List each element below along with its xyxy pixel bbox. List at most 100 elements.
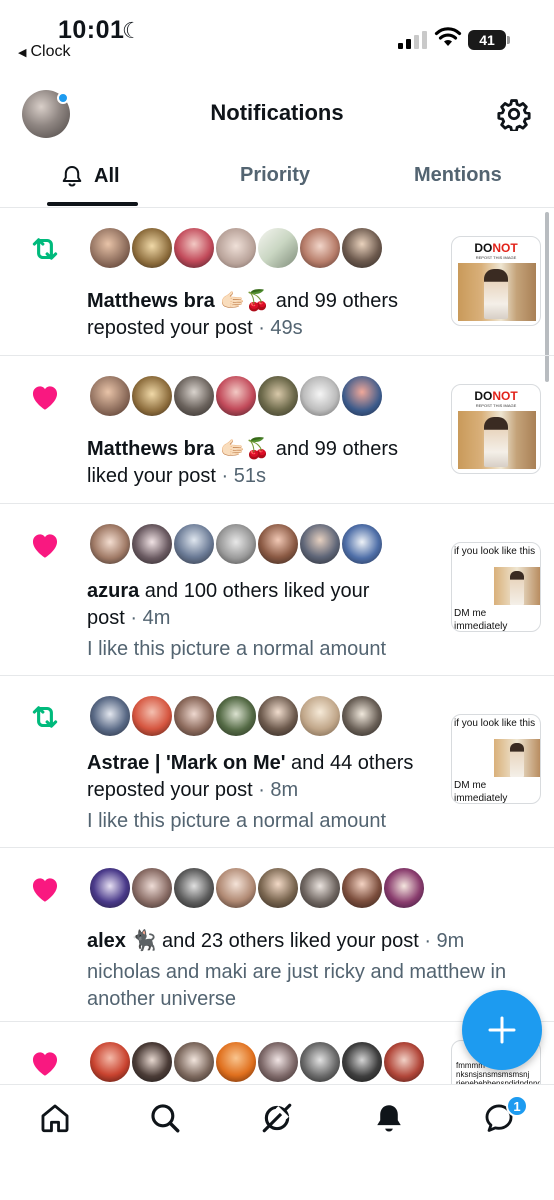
- post-preview-text: I like this picture a normal amount: [87, 810, 387, 832]
- avatar[interactable]: [172, 374, 216, 418]
- avatar[interactable]: [214, 866, 258, 910]
- avatar[interactable]: [298, 226, 342, 270]
- actor-name[interactable]: Matthews bra 🫱🏻🍒: [87, 438, 270, 460]
- avatar[interactable]: [130, 694, 174, 738]
- thumbnail-meme: if you look like this DM me immediately: [452, 715, 540, 803]
- actor-avatars: [88, 226, 384, 270]
- heart-icon: [32, 1052, 58, 1076]
- avatar[interactable]: [298, 522, 342, 566]
- actor-name[interactable]: azura: [87, 580, 139, 602]
- avatar[interactable]: [88, 522, 132, 566]
- notifications-bell-icon[interactable]: [372, 1101, 406, 1135]
- avatar[interactable]: [172, 522, 216, 566]
- avatar[interactable]: [382, 866, 426, 910]
- avatar[interactable]: [256, 866, 300, 910]
- avatar[interactable]: [340, 226, 384, 270]
- status-bar: 10:01 ☾ ◀ Clock 41: [0, 0, 554, 70]
- avatar[interactable]: [130, 374, 174, 418]
- avatar[interactable]: [340, 1040, 384, 1084]
- avatar[interactable]: [256, 522, 300, 566]
- avatar[interactable]: [130, 522, 174, 566]
- notification-item[interactable]: azura and 100 others liked your post · 4…: [0, 504, 554, 676]
- notification-text: Astrae | 'Mark on Me' and 44 others repo…: [87, 750, 437, 835]
- avatar[interactable]: [340, 374, 384, 418]
- avatar[interactable]: [130, 866, 174, 910]
- thumbnail-subtitle: REPOST THIS IMAGE: [475, 255, 517, 260]
- avatar[interactable]: [130, 226, 174, 270]
- tab-all[interactable]: All: [60, 164, 120, 188]
- wifi-icon: [434, 27, 462, 46]
- avatar[interactable]: [172, 866, 216, 910]
- thumbnail-subtitle: REPOST THIS IMAGE: [475, 403, 517, 408]
- avatar[interactable]: [88, 866, 132, 910]
- avatar[interactable]: [214, 374, 258, 418]
- avatar[interactable]: [340, 866, 384, 910]
- avatar[interactable]: [256, 1040, 300, 1084]
- avatar[interactable]: [172, 226, 216, 270]
- notification-item[interactable]: alex 🐈‍⬛ and 23 others liked your post ·…: [0, 848, 554, 1022]
- others-count: and 44 others: [285, 752, 414, 774]
- avatar[interactable]: [88, 226, 132, 270]
- avatar[interactable]: [256, 226, 300, 270]
- actor-avatars: [88, 694, 384, 738]
- avatar[interactable]: [256, 374, 300, 418]
- avatar[interactable]: [382, 1040, 426, 1084]
- search-icon[interactable]: [148, 1101, 182, 1135]
- avatar[interactable]: [340, 694, 384, 738]
- timestamp: · 8m: [258, 779, 299, 801]
- others-count: and 99 others: [270, 438, 399, 460]
- avatar[interactable]: [298, 866, 342, 910]
- action-text: liked your post: [87, 465, 216, 487]
- post-preview-text: I like this picture a normal amount: [87, 638, 387, 660]
- notification-text: Matthews bra 🫱🏻🍒 and 99 others reposted …: [87, 288, 437, 342]
- notification-text: Matthews bra 🫱🏻🍒 and 99 others liked you…: [87, 436, 437, 490]
- active-tab-indicator: [47, 202, 138, 206]
- post-thumbnail[interactable]: if you look like this DM me immediately: [451, 542, 541, 632]
- post-thumbnail[interactable]: if you look like this DM me immediately: [451, 714, 541, 804]
- bottom-nav: 1: [0, 1084, 554, 1200]
- avatar[interactable]: [214, 694, 258, 738]
- back-to-app-link[interactable]: ◀ Clock: [18, 43, 70, 61]
- tab-priority[interactable]: Priority: [240, 164, 310, 187]
- battery-icon: 41: [468, 30, 506, 50]
- actor-name[interactable]: alex 🐈‍⬛: [87, 930, 156, 952]
- thumbnail-title: DONOT: [474, 241, 518, 255]
- thumbnail-meme: if you look like this DM me immediately: [452, 543, 540, 631]
- actor-name[interactable]: Matthews bra 🫱🏻🍒: [87, 290, 270, 312]
- avatar[interactable]: [298, 694, 342, 738]
- post-thumbnail[interactable]: DONOT REPOST THIS IMAGE: [451, 236, 541, 326]
- grok-icon[interactable]: [260, 1101, 294, 1135]
- compose-button[interactable]: [462, 990, 542, 1070]
- avatar[interactable]: [256, 694, 300, 738]
- gear-icon[interactable]: [497, 97, 531, 131]
- avatar[interactable]: [214, 1040, 258, 1084]
- notification-item[interactable]: Matthews bra 🫱🏻🍒 and 99 others reposted …: [0, 208, 554, 356]
- others-count: and 100 others liked your: [139, 580, 370, 602]
- actor-name[interactable]: Astrae | 'Mark on Me': [87, 752, 286, 774]
- avatar[interactable]: [172, 694, 216, 738]
- avatar[interactable]: [340, 522, 384, 566]
- timestamp: · 4m: [130, 607, 171, 629]
- bell-icon: [62, 166, 82, 187]
- notification-text: azura and 100 others liked your post · 4…: [87, 578, 437, 663]
- notifications-feed: Matthews bra 🫱🏻🍒 and 99 others reposted …: [0, 208, 554, 1084]
- avatar[interactable]: [88, 374, 132, 418]
- avatar[interactable]: [214, 522, 258, 566]
- thumbnail-title: DONOT: [474, 389, 518, 403]
- page-title: Notifications: [210, 100, 344, 125]
- repost-icon: [32, 706, 58, 728]
- avatar[interactable]: [298, 1040, 342, 1084]
- action-text: reposted your post: [87, 779, 253, 801]
- avatar[interactable]: [88, 1040, 132, 1084]
- avatar[interactable]: [298, 374, 342, 418]
- tab-mentions[interactable]: Mentions: [414, 164, 502, 187]
- avatar[interactable]: [88, 694, 132, 738]
- post-thumbnail[interactable]: DONOT REPOST THIS IMAGE: [451, 384, 541, 474]
- notification-item[interactable]: Astrae | 'Mark on Me' and 44 others repo…: [0, 676, 554, 848]
- avatar[interactable]: [172, 1040, 216, 1084]
- home-icon[interactable]: [38, 1101, 72, 1135]
- avatar[interactable]: [130, 1040, 174, 1084]
- notification-item[interactable]: Matthews bra 🫱🏻🍒 and 99 others liked you…: [0, 356, 554, 504]
- avatar[interactable]: [214, 226, 258, 270]
- action-text: reposted your post: [87, 317, 253, 339]
